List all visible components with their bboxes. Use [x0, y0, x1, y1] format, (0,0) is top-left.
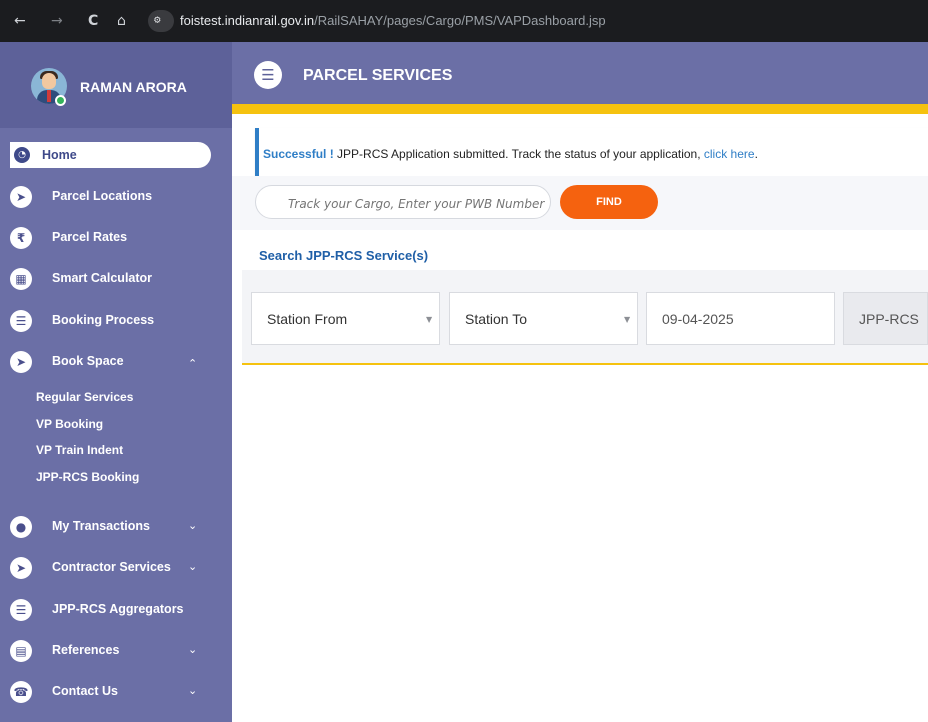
pwb-input-placeholder: Track your Cargo, Enter your PWB Number: [288, 197, 545, 211]
sidebar-item-label: Book Space: [52, 354, 124, 368]
service-type-field: JPP-RCS: [843, 292, 928, 345]
location-arrow-icon: ➤: [10, 186, 32, 208]
sidebar-item-home[interactable]: ◔ Home: [10, 142, 211, 168]
click-here-link[interactable]: click here: [704, 147, 755, 161]
dropdown-caret-icon: ▼: [426, 315, 433, 324]
alert-message: JPP-RCS Application submitted. Track the…: [333, 147, 704, 161]
station-to-select[interactable]: Station To ▼: [449, 292, 638, 345]
dashboard-icon: ◔: [14, 147, 30, 163]
list-icon: ☰: [10, 310, 32, 332]
forward-arrow-icon[interactable]: →: [51, 13, 63, 29]
search-form: Station From ▼ Station To ▼ 09-04-2025 J…: [242, 270, 928, 365]
location-arrow-icon: ➤: [10, 557, 32, 579]
user-name: RAMAN ARORA: [80, 79, 187, 95]
sidebar-item-smart-calculator[interactable]: ▦ Smart Calculator: [0, 262, 232, 296]
submenu-item-vp-booking[interactable]: VP Booking: [36, 417, 103, 431]
chevron-down-icon: ⌄: [188, 643, 198, 656]
user-circle-icon: ●: [10, 516, 32, 538]
service-type-value: JPP-RCS: [859, 311, 919, 327]
sidebar-item-book-space[interactable]: ➤ Book Space ⌃: [0, 345, 232, 379]
station-to-value: Station To: [465, 311, 528, 327]
rupee-icon: ₹: [10, 227, 32, 249]
sidebar-item-label: Parcel Rates: [52, 230, 128, 244]
reload-icon[interactable]: C: [88, 13, 98, 29]
calculator-icon: ▦: [10, 268, 32, 290]
browser-toolbar: ← → C ⌂ ⚙ foistest.indianrail.gov.in/Rai…: [0, 0, 928, 42]
sidebar-item-label: Booking Process: [52, 313, 155, 327]
sidebar-item-contact-us[interactable]: ☎ Contact Us ⌄: [0, 675, 232, 709]
submenu-item-vp-train-indent[interactable]: VP Train Indent: [36, 443, 123, 457]
sidebar-item-parcel-locations[interactable]: ➤ Parcel Locations: [0, 180, 232, 214]
chevron-up-icon: ⌃: [188, 357, 198, 370]
url-path: /RailSAHAY/pages/Cargo/PMS/VAPDashboard.…: [314, 13, 606, 28]
sidebar-item-contractor-services[interactable]: ➤ Contractor Services ⌄: [0, 551, 232, 585]
sidebar-item-parcel-rates[interactable]: ₹ Parcel Rates: [0, 221, 232, 255]
chevron-down-icon: ⌄: [188, 684, 198, 697]
location-arrow-icon: ➤: [10, 351, 32, 373]
sidebar-item-references[interactable]: ▤ References ⌄: [0, 634, 232, 668]
alert-title: Successful !: [263, 147, 334, 161]
sidebar-item-label: Home: [42, 148, 77, 162]
alert-end: .: [754, 147, 758, 161]
success-alert: Successful ! JPP-RCS Application submitt…: [255, 128, 928, 176]
sidebar-item-jpp-rcs-aggregators[interactable]: ☰ JPP-RCS Aggregators: [0, 593, 232, 627]
date-input[interactable]: 09-04-2025: [646, 292, 835, 345]
station-from-select[interactable]: Station From ▼: [251, 292, 440, 345]
dropdown-caret-icon: ▼: [624, 315, 631, 324]
sidebar-item-label: My Transactions: [52, 519, 150, 533]
document-icon: ▤: [10, 640, 32, 662]
back-arrow-icon[interactable]: ←: [14, 13, 26, 29]
chevron-down-icon: ⌄: [188, 519, 198, 532]
station-from-value: Station From: [267, 311, 348, 327]
date-value: 09-04-2025: [662, 311, 734, 327]
chevron-down-icon: ⌄: [188, 560, 198, 573]
home-icon[interactable]: ⌂: [117, 13, 126, 29]
pwb-number-input[interactable]: Track your Cargo, Enter your PWB Number: [255, 185, 551, 219]
site-info-icon: ⚙: [154, 13, 161, 26]
find-button[interactable]: FIND: [560, 185, 658, 219]
submenu-item-regular-services[interactable]: Regular Services: [36, 390, 133, 404]
alert-text: Successful ! JPP-RCS Application submitt…: [263, 147, 758, 161]
sidebar-item-label: References: [52, 643, 120, 657]
sidebar-item-label: Parcel Locations: [52, 189, 153, 203]
hamburger-menu-icon[interactable]: ☰: [254, 61, 282, 89]
list-icon: ☰: [10, 599, 32, 621]
page-title: PARCEL SERVICES: [303, 67, 453, 84]
sidebar-item-label: JPP-RCS Aggregators: [52, 602, 184, 616]
submenu-item-jpp-rcs-booking[interactable]: JPP-RCS Booking: [36, 470, 139, 484]
site-info-button[interactable]: ⚙: [148, 10, 174, 32]
sidebar-item-booking-process[interactable]: ☰ Booking Process: [0, 304, 232, 338]
sidebar-item-label: Contact Us: [52, 684, 118, 698]
search-section-title: Search JPP-RCS Service(s): [259, 248, 429, 263]
sidebar-item-my-transactions[interactable]: ● My Transactions ⌄: [0, 510, 232, 544]
user-panel: RAMAN ARORA: [0, 42, 232, 128]
sidebar-item-label: Smart Calculator: [52, 271, 153, 285]
url-host: foistest.indianrail.gov.in: [180, 13, 315, 28]
header-accent-strip: [232, 104, 928, 114]
sidebar-item-label: Contractor Services: [52, 560, 171, 574]
address-bar[interactable]: foistest.indianrail.gov.in/RailSAHAY/pag…: [180, 13, 606, 28]
track-cargo-bar: Track your Cargo, Enter your PWB Number …: [232, 176, 928, 230]
phone-icon: ☎: [10, 681, 32, 703]
page-header: ☰ PARCEL SERVICES: [232, 42, 928, 104]
online-status-icon: [55, 95, 66, 106]
